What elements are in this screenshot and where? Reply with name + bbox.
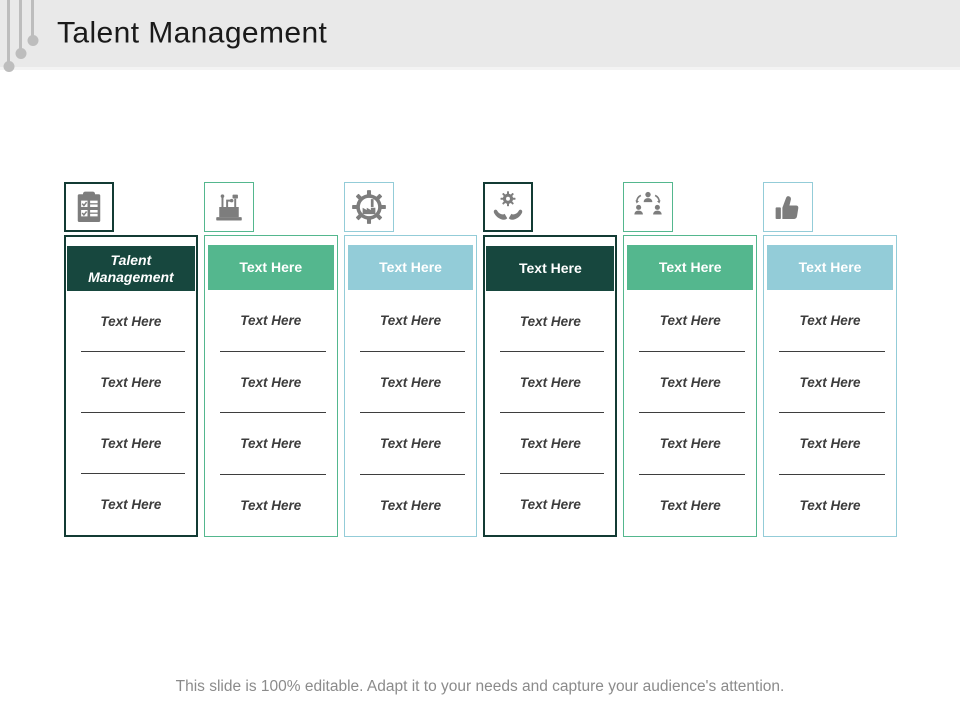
column-header-label: Text Here (379, 259, 442, 276)
icon-box[interactable] (203, 182, 254, 232)
cell-text[interactable]: Text Here (66, 291, 196, 352)
cell-text[interactable]: Text Here (624, 352, 756, 414)
team-hierarchy-icon (630, 189, 666, 225)
cell-text[interactable]: Text Here (345, 475, 477, 537)
column-header-label: Text Here (658, 259, 722, 276)
column-rows: Text Here Text Here Text Here Text Here (205, 290, 337, 536)
cell-text[interactable]: Text Here (66, 413, 196, 474)
column-header-label: Talent Management (88, 252, 174, 285)
column: Text Here Text Here Text Here Text Here Tex… (203, 182, 338, 537)
column-rows: Text Here Text Here Text Here Text Here (624, 290, 756, 536)
column-rows: Text Here Text Here Text Here Text Here (345, 290, 477, 536)
column-panel: Talent Management Text Here Text Here Text… (64, 235, 198, 537)
column-header[interactable]: Text Here (767, 245, 893, 290)
icon-box[interactable] (623, 182, 674, 232)
column-header-label: Text Here (519, 260, 582, 277)
column-panel: Text Here Text Here Text Here Text Here Tex… (623, 235, 758, 537)
page-title: Talent Management (57, 15, 328, 49)
thumbs-up-icon (770, 189, 806, 225)
gear-factory-icon (351, 189, 387, 225)
icon-box[interactable] (483, 182, 534, 232)
cell-text[interactable]: Text Here (345, 352, 477, 414)
cell-text[interactable]: Text Here (624, 413, 756, 475)
slide-canvas: Talent Management Talent Management Text… (0, 0, 960, 720)
cell-text[interactable]: Text Here (764, 475, 896, 537)
cell-text[interactable]: Text Here (764, 413, 896, 475)
pin-line-icon (19, 0, 22, 49)
column-panel: Text Here Text Here Text Here Text Here Tex… (763, 235, 897, 537)
cell-text[interactable]: Text Here (66, 474, 196, 535)
column: Text Here Text Here Text Here Text Here Tex… (623, 182, 758, 537)
cell-text[interactable]: Text Here (485, 291, 615, 352)
cell-text[interactable]: Text Here (345, 290, 477, 352)
column-header[interactable]: Talent Management (67, 246, 195, 291)
column-panel: Text Here Text Here Text Here Text Here Tex… (203, 235, 338, 537)
column: Text Here Text Here Text Here Text Here Tex… (483, 182, 618, 537)
cell-text[interactable]: Text Here (764, 290, 896, 352)
hands-gear-icon (490, 189, 526, 225)
column-panel: Text Here Text Here Text Here Text Here Tex… (483, 235, 618, 537)
machine-automation-icon (211, 189, 247, 225)
column: Text Here Text Here Text Here Text Here Tex… (343, 182, 478, 537)
cell-text[interactable]: Text Here (624, 475, 756, 537)
pin-line-icon (31, 0, 34, 36)
cell-text[interactable]: Text Here (205, 475, 337, 537)
cell-text[interactable]: Text Here (66, 352, 196, 413)
column: Talent Management Text Here Text Here Text… (64, 182, 198, 537)
cell-text[interactable]: Text Here (345, 413, 477, 475)
column: Text Here Text Here Text Here Text Here Tex… (763, 182, 897, 537)
icon-box[interactable] (763, 182, 814, 232)
column-panel: Text Here Text Here Text Here Text Here Tex… (343, 235, 478, 537)
cell-text[interactable]: Text Here (205, 413, 337, 475)
column-header[interactable]: Text Here (627, 245, 754, 290)
column-rows: Text Here Text Here Text Here Text Here (485, 291, 615, 535)
column-header-label: Text Here (239, 259, 303, 276)
cell-text[interactable]: Text Here (485, 352, 615, 413)
cell-text[interactable]: Text Here (205, 352, 337, 414)
icon-box[interactable] (64, 182, 114, 232)
cell-text[interactable]: Text Here (205, 290, 337, 352)
column-rows: Text Here Text Here Text Here Text Here (764, 290, 896, 536)
cell-text[interactable]: Text Here (485, 413, 615, 474)
cell-text[interactable]: Text Here (624, 290, 756, 352)
pin-line-icon (7, 0, 10, 62)
cell-text[interactable]: Text Here (764, 352, 896, 414)
column-header[interactable]: Text Here (347, 245, 474, 290)
footer-note: This slide is 100% editable. Adapt it to… (175, 678, 785, 695)
clipboard-checklist-icon (71, 189, 107, 225)
column-header[interactable]: Text Here (207, 245, 334, 290)
column-header[interactable]: Text Here (486, 246, 615, 291)
icon-box[interactable] (343, 182, 394, 232)
title-bar: Talent Management (0, 0, 960, 70)
columns-area: Talent Management Text Here Text Here Text… (64, 182, 897, 537)
column-header-label: Text Here (798, 259, 862, 276)
cell-text[interactable]: Text Here (485, 474, 615, 535)
column-rows: Text Here Text Here Text Here Text Here (66, 291, 196, 535)
